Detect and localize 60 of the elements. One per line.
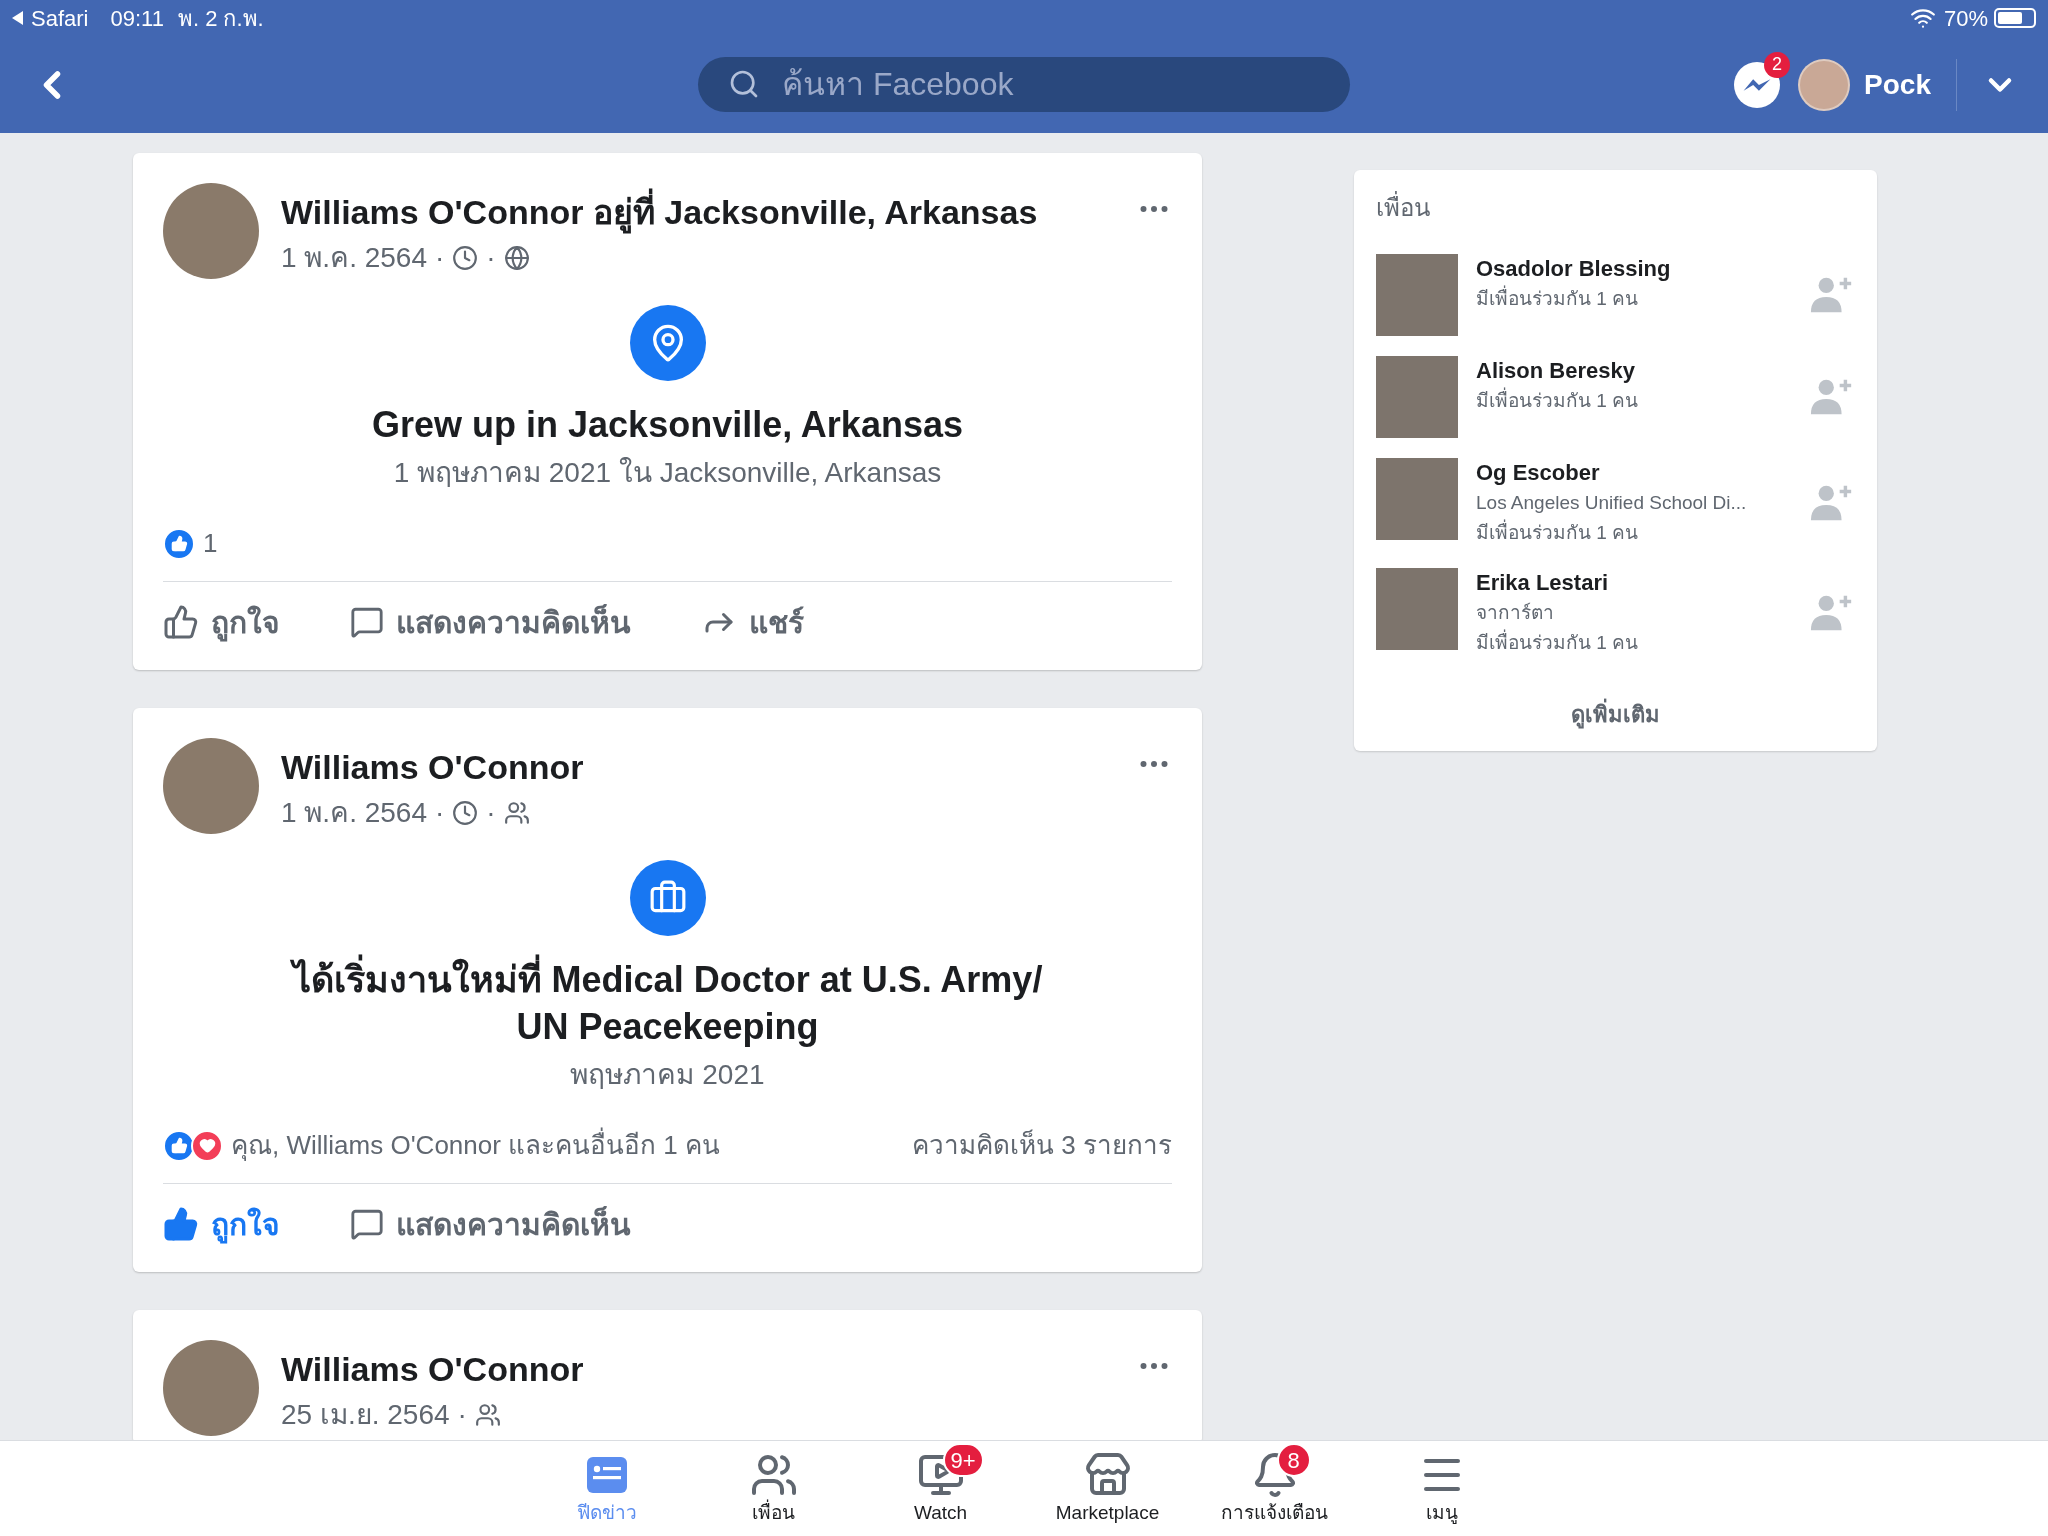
post-author[interactable]: Williams O'Connor: [281, 1348, 1114, 1390]
clock-icon: [452, 245, 479, 271]
back-app-label[interactable]: Safari: [31, 1, 89, 35]
like-button[interactable]: ถูกใจ: [163, 1201, 280, 1247]
search-field[interactable]: ค้นหา Facebook: [698, 57, 1350, 112]
life-event-date: 1 พฤษภาคม 2021 ใน Jacksonville, Arkansas: [393, 456, 942, 490]
separator-dot: ·: [435, 241, 445, 275]
reaction-summary[interactable]: 1: [203, 524, 218, 563]
status-date: พ. 2 ก.พ.: [177, 4, 264, 33]
search-icon: [728, 68, 760, 100]
post-date: 25 เม.ย. 2564: [281, 1398, 450, 1432]
comment-button[interactable]: แสดงความคิดเห็น: [350, 599, 631, 645]
notification-badge: 2: [1764, 51, 1791, 78]
nav-tab[interactable]: Marketplace: [1024, 1441, 1191, 1536]
separator-dot: ·: [486, 796, 496, 830]
clock-icon: [452, 800, 479, 826]
post-date: 1 พ.ค. 2564: [281, 241, 427, 275]
friend-detail: มีเพื่อนร่วมกัน 1 คน: [1476, 386, 1809, 416]
friend-name[interactable]: Og Escober: [1476, 458, 1809, 488]
nav-tab[interactable]: เมนู: [1358, 1441, 1525, 1536]
battery-icon: [1994, 8, 2036, 28]
nav-tab[interactable]: เพื่อน: [690, 1441, 857, 1536]
comment-button[interactable]: แสดงความคิดเห็น: [350, 1201, 631, 1247]
friend-detail: มีเพื่อนร่วมกัน 1 คน: [1476, 628, 1809, 658]
friend-name[interactable]: Alison Beresky: [1476, 356, 1809, 386]
separator-dot: ·: [435, 796, 445, 830]
thumbs-up-icon: [163, 604, 199, 640]
speech-bubble-icon: [350, 1207, 384, 1241]
battery-percent: 70%: [1943, 4, 1988, 33]
like-button[interactable]: ถูกใจ: [163, 599, 280, 645]
friend-detail: มีเพื่อนร่วมกัน 1 คน: [1476, 284, 1809, 314]
thumbs-up-icon: [163, 1206, 199, 1242]
post-date: 1 พ.ค. 2564: [281, 796, 427, 830]
globe-icon: [503, 245, 530, 271]
status-time: 09:11: [110, 4, 164, 33]
life-event-title: ได้เริ่มงานใหม่ที่ Medical Doctor at U.S. Army/ UN Peacekeeping: [163, 956, 1172, 1050]
separator-dot: ·: [457, 1398, 467, 1432]
people-icon: [503, 800, 530, 826]
friend-name[interactable]: Osadolor Blessing: [1476, 254, 1809, 284]
people-icon: [474, 1402, 501, 1428]
friend-detail: Los Angeles Unified School Di...: [1476, 491, 1748, 515]
back-triangle-icon[interactable]: [12, 11, 23, 25]
comment-count[interactable]: ความคิดเห็น 3 รายการ: [912, 1126, 1172, 1165]
nav-tab[interactable]: 9+ Watch: [857, 1441, 1024, 1536]
nav-tab[interactable]: 8 การแจ้งเตือน: [1191, 1441, 1358, 1536]
friend-detail: จาการ์ตา: [1476, 601, 1555, 625]
life-event-title: Grew up in Jacksonville, Arkansas: [371, 403, 964, 447]
notification-badge: 9+: [942, 1443, 984, 1477]
friend-name[interactable]: Erika Lestari: [1476, 568, 1809, 598]
see-more-link[interactable]: ดูเพิ่มเติม: [1571, 698, 1660, 731]
speech-bubble-icon: [350, 605, 384, 639]
notification-badge: 8: [1276, 1443, 1311, 1477]
panel-title: เพื่อน: [1376, 190, 1855, 226]
life-event-date: พฤษภาคม 2021: [570, 1058, 765, 1092]
post-author[interactable]: Williams O'Connor: [281, 746, 1114, 788]
separator-dot: ·: [486, 241, 496, 275]
reaction-summary[interactable]: คุณ, Williams O'Connor และคนอื่นอีก 1 คน: [231, 1126, 721, 1165]
friend-detail: มีเพื่อนร่วมกัน 1 คน: [1476, 518, 1809, 548]
share-button[interactable]: แชร์: [701, 599, 804, 645]
user-name[interactable]: Pock: [1864, 63, 1931, 106]
